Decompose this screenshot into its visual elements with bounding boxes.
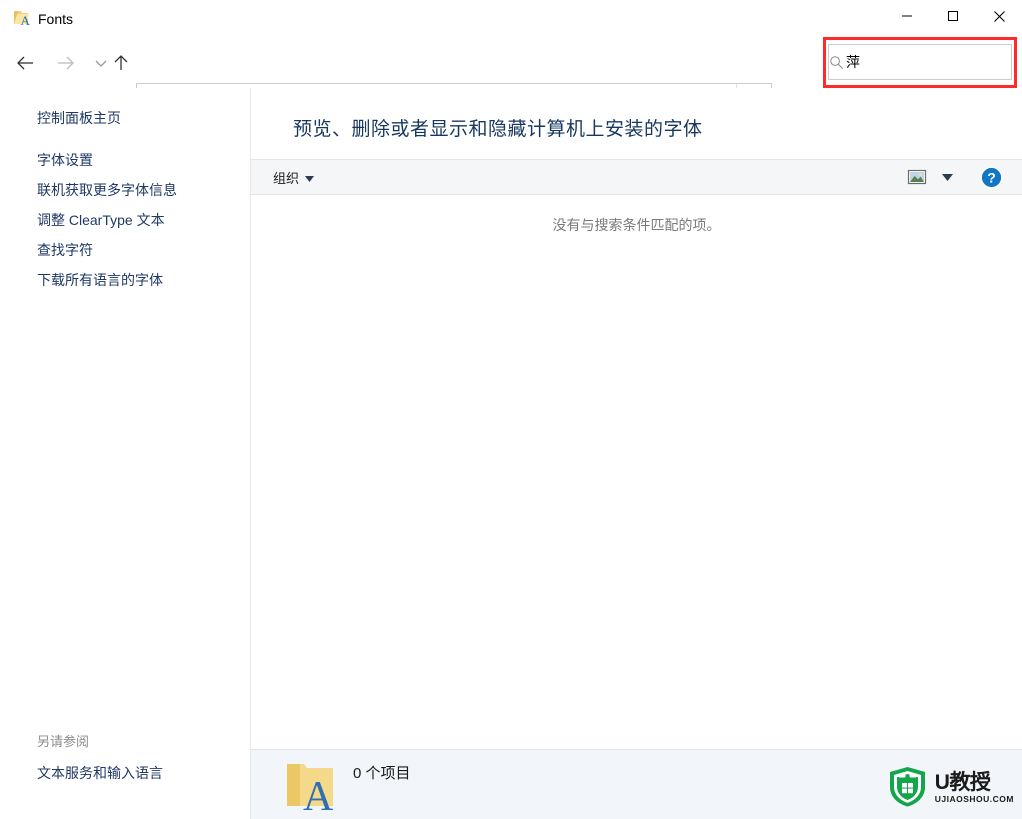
title-bar-left: A Fonts [12,0,73,38]
watermark-main-text: U教授 [934,771,991,795]
forward-arrow-icon [58,56,74,70]
search-box[interactable] [828,44,1022,80]
sidebar-item-get-more-fonts-online[interactable]: 联机获取更多字体信息 [37,181,177,200]
empty-results-message: 没有与搜索条件匹配的项。 [552,217,721,233]
see-also-item-text-services[interactable]: 文本服务和输入语言 [37,763,163,783]
organize-button[interactable]: 组织 [273,168,315,187]
watermark-text: U教授 UJIAOSHOU.COM [935,772,1014,804]
help-button[interactable]: ? [974,163,1008,191]
view-dropdown-button[interactable] [932,163,962,191]
watermark-sub-text: UJIAOSHOU.COM [934,794,1014,805]
close-button[interactable] [976,0,1022,32]
page-title: 预览、删除或者显示和隐藏计算机上安装的字体 [293,119,703,140]
svg-text:A: A [303,774,334,816]
fonts-folder-icon: A [279,754,341,816]
svg-text:?: ? [987,169,996,185]
forward-button[interactable] [51,48,81,78]
back-button[interactable] [10,48,40,78]
maximize-button[interactable] [930,0,976,32]
back-arrow-icon [17,56,33,70]
up-arrow-icon [114,55,128,70]
item-count-label: 0 个项目 [353,765,411,782]
window-title: Fonts [38,11,74,27]
search-input[interactable] [844,54,1022,70]
help-icon: ? [979,165,1003,189]
sidebar-item-control-panel-home[interactable]: 控制面板主页 [37,108,121,128]
chevron-down-icon [941,173,953,181]
sidebar-item-adjust-cleartype-text[interactable]: 调整 ClearType 文本 [37,211,177,230]
view-layout-icon[interactable] [902,163,932,191]
watermark: U教授 UJIAOSHOU.COM [886,765,1014,811]
sidebar-item-find-a-character[interactable]: 查找字符 [37,241,177,260]
sidebar-item-font-settings[interactable]: 字体设置 [37,151,177,170]
left-task-pane: 控制面板主页 字体设置 联机获取更多字体信息 调整 ClearType 文本 查… [0,88,250,819]
content-toolbar: 组织 ? [251,159,1022,195]
see-also-header: 另请参阅 [37,734,90,749]
minimize-button[interactable] [884,0,930,32]
content-pane: 预览、删除或者显示和隐藏计算机上安装的字体 组织 ? 没有与搜索条件匹配的项。 … [250,88,1022,819]
chevron-down-icon [305,170,315,185]
search-icon [829,45,844,79]
svg-text:A: A [21,13,31,27]
up-button[interactable] [106,48,136,78]
toolbar-right-group: ? [902,163,1022,191]
shield-logo-icon [886,765,929,811]
sidebar-task-list: 字体设置 联机获取更多字体信息 调整 ClearType 文本 查找字符 下载所… [37,151,177,290]
fonts-folder-icon: A [12,9,31,30]
sidebar-item-download-fonts-all-languages[interactable]: 下载所有语言的字体 [37,271,177,290]
window-controls [884,0,1022,32]
organize-label: 组织 [273,170,300,186]
title-bar: A Fonts [0,0,1022,38]
